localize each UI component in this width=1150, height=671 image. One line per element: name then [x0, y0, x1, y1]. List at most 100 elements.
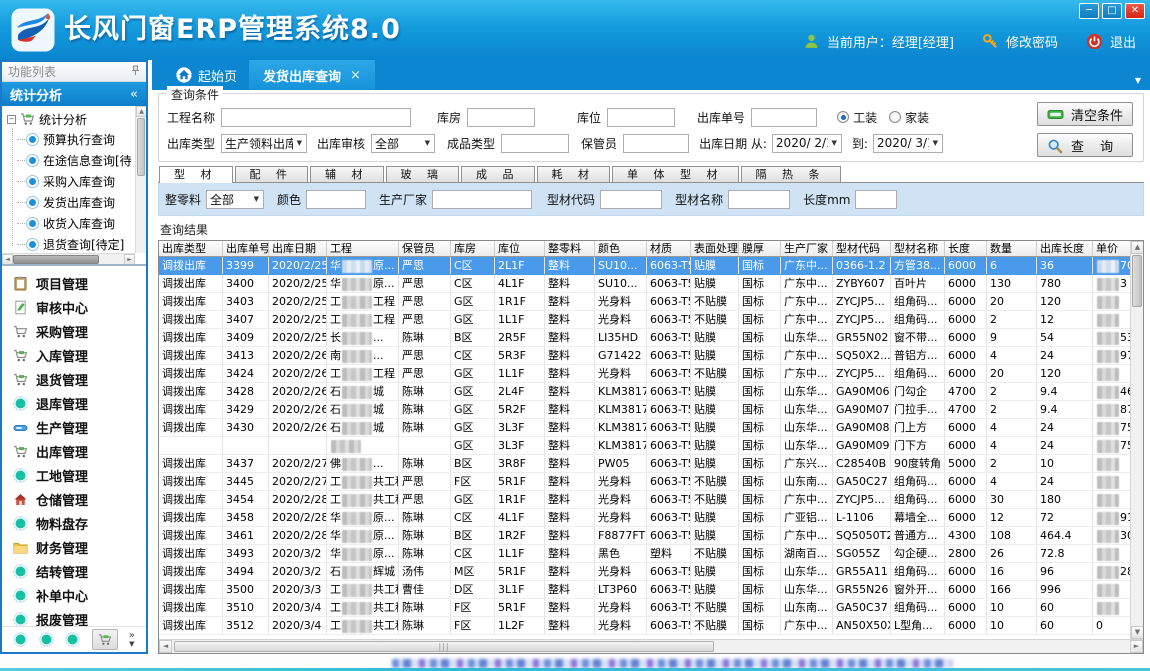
table-row[interactable]: G区3L3F整料KLM38176063-T5贴膜国标山东华...GA90M09.…: [159, 437, 1143, 455]
color-input[interactable]: [306, 190, 366, 209]
tree-item[interactable]: 发货出库查询: [7, 192, 146, 213]
scroll-left-arrow-icon[interactable]: ◄: [159, 640, 172, 653]
pin-icon[interactable]: [131, 65, 140, 79]
material-tab[interactable]: 单 体 型 材: [612, 166, 739, 182]
scroll-right-arrow-icon[interactable]: ►: [1130, 640, 1143, 653]
column-header[interactable]: 库房: [451, 241, 495, 256]
material-tab[interactable]: 耗 材: [537, 166, 611, 182]
table-row[interactable]: 调拨出库34932020/3/2华原...陈琳C区1L1F整料黑色塑料不贴膜国标…: [159, 545, 1143, 563]
sidebar-menu-item[interactable]: 补单中心: [2, 583, 146, 607]
sidebar-menu-item[interactable]: 仓储管理: [2, 487, 146, 511]
grid-horizontal-scrollbar[interactable]: ◄ ||| ►: [159, 639, 1143, 653]
project-name-input[interactable]: [221, 108, 411, 127]
logout-link[interactable]: 退出: [1110, 32, 1136, 51]
table-row[interactable]: 调拨出库34032020/2/25工工程严思G区1R1F整料光身料6063-T5…: [159, 293, 1143, 311]
material-tab[interactable]: 辅 材: [310, 166, 384, 182]
tree-vertical-scrollbar[interactable]: ▲: [135, 106, 146, 253]
material-tab[interactable]: 型 材: [159, 166, 233, 183]
profile-name-input[interactable]: [728, 190, 790, 209]
tree-expander-icon[interactable]: −: [7, 115, 16, 124]
sidebar-menu-item[interactable]: 物料盘存: [2, 511, 146, 535]
profile-code-input[interactable]: [600, 190, 662, 209]
table-row[interactable]: 调拨出库34072020/2/25工工程严思G区1L1F整料光身料6063-T5…: [159, 311, 1143, 329]
table-row[interactable]: 调拨出库34242020/2/26工工程严思G区1L1F整料光身料6063-T5…: [159, 365, 1143, 383]
tree-horizontal-scrollbar[interactable]: ◄ ►: [2, 253, 135, 264]
radio-jiazhuang[interactable]: [889, 111, 901, 123]
material-tab[interactable]: 玻 璃: [386, 166, 460, 182]
table-row[interactable]: 调拨出库34302020/2/26石城陈琳G区3L3F整料KLM38176063…: [159, 419, 1143, 437]
cart-button[interactable]: [92, 629, 118, 650]
column-header[interactable]: 出库长度: [1037, 241, 1093, 256]
tree-root-node[interactable]: − 统计分析: [7, 109, 146, 129]
table-row[interactable]: 调拨出库34582020/2/28华原...陈琳C区4L1F整料光身料6063-…: [159, 509, 1143, 527]
tab-close-icon[interactable]: ×: [350, 68, 361, 83]
length-input[interactable]: [855, 190, 897, 209]
sidebar-menu-item[interactable]: 审核中心: [2, 295, 146, 319]
column-header[interactable]: 保管员: [399, 241, 451, 256]
sidebar-menu-item[interactable]: 退货管理: [2, 367, 146, 391]
sidebar-section-header[interactable]: 统计分析 «: [2, 82, 146, 106]
maximize-button[interactable]: □: [1102, 3, 1122, 19]
clear-conditions-button[interactable]: 清空条件: [1037, 102, 1133, 126]
date-from-select[interactable]: 2020/ 2/16▼: [772, 134, 842, 153]
change-password-link[interactable]: 修改密码: [1006, 32, 1058, 51]
factory-input[interactable]: [432, 190, 532, 209]
table-row[interactable]: 调拨出库35002020/3/3工共工程曹佳D区3L1F整料LT3P606063…: [159, 581, 1143, 599]
sidebar-menu-item[interactable]: 出库管理: [2, 439, 146, 463]
table-row[interactable]: 调拨出库34452020/2/27工共工程严思F区5R1F整料光身料6063-T…: [159, 473, 1143, 491]
tab-active[interactable]: 发货出库查询 ×: [249, 60, 375, 90]
radio-gongzhuang[interactable]: [837, 111, 849, 123]
column-header[interactable]: 型材名称: [891, 241, 945, 256]
scroll-left-arrow-icon[interactable]: ◄: [2, 254, 13, 265]
sidebar-menu-item[interactable]: 报废管理: [2, 607, 146, 626]
table-row[interactable]: 调拨出库34612020/2/28华原...陈琳B区1R2F整料F8877FT6…: [159, 527, 1143, 545]
column-header[interactable]: 出库日期: [269, 241, 327, 256]
table-row[interactable]: 调拨出库34372020/2/27佛...陈琳B区3R8F整料PW056063-…: [159, 455, 1143, 473]
column-header[interactable]: 型材代码: [833, 241, 891, 256]
sidebar-menu-item[interactable]: 项目管理: [2, 271, 146, 295]
tree-scrollbar-thumb[interactable]: [137, 118, 145, 176]
column-header[interactable]: 生产厂家: [781, 241, 833, 256]
grid-vertical-scrollbar[interactable]: ▲ ▼: [1130, 241, 1143, 639]
column-header[interactable]: 出库单号: [223, 241, 269, 256]
scroll-up-arrow-icon[interactable]: ▲: [136, 106, 146, 117]
material-tab[interactable]: 隔 热 条: [741, 166, 841, 182]
material-tab[interactable]: 配 件: [235, 166, 309, 182]
scroll-down-arrow-icon[interactable]: ▼: [1131, 626, 1144, 639]
table-row[interactable]: 调拨出库33992020/2/25华原...严思C区2L1F整料SU10...6…: [159, 257, 1143, 275]
table-row[interactable]: 调拨出库34282020/2/26石城陈琳G区2L4F整料KLM38176063…: [159, 383, 1143, 401]
column-header[interactable]: 膜厚: [739, 241, 781, 256]
location-input[interactable]: [607, 108, 675, 127]
sidebar-menu-item[interactable]: 结转管理: [2, 559, 146, 583]
outbound-type-select[interactable]: 生产领料出库▼: [221, 134, 307, 153]
column-header[interactable]: 出库类型: [159, 241, 223, 256]
table-row[interactable]: 调拨出库34542020/2/28工共工程严思G区1R1F整料光身料6063-T…: [159, 491, 1143, 509]
grid-hscrollbar-thumb[interactable]: |||: [174, 641, 714, 652]
collapse-icon[interactable]: «: [130, 87, 138, 102]
grid-vscrollbar-thumb[interactable]: [1132, 255, 1142, 307]
sidebar-menu-item[interactable]: 工地管理: [2, 463, 146, 487]
material-tab[interactable]: 成 品: [461, 166, 535, 182]
date-to-select[interactable]: 2020/ 3/16▼: [873, 134, 943, 153]
dot-icon[interactable]: [13, 632, 28, 647]
sidebar-menu-item[interactable]: 采购管理: [2, 319, 146, 343]
order-no-input[interactable]: [751, 108, 817, 127]
table-row[interactable]: 调拨出库34942020/3/2石辉城汤伟M区5R1F整料光身料6063-T5贴…: [159, 563, 1143, 581]
column-header[interactable]: 工程: [327, 241, 399, 256]
whole-piece-select[interactable]: 全部▼: [206, 190, 264, 209]
minimize-button[interactable]: ─: [1079, 3, 1099, 19]
close-button[interactable]: ✕: [1125, 3, 1145, 19]
sidebar-menu-item[interactable]: 退库管理: [2, 391, 146, 415]
dot-icon[interactable]: [65, 632, 80, 647]
sidebar-menu-item[interactable]: 生产管理: [2, 415, 146, 439]
tree-item[interactable]: 在途信息查询[待: [7, 150, 146, 171]
table-row[interactable]: 调拨出库35122020/3/4工共工程陈琳F区1L2F整料光身料6063-T5…: [159, 617, 1143, 635]
column-header[interactable]: 材质: [647, 241, 691, 256]
table-row[interactable]: 调拨出库34132020/2/26南...严思C区5R3F整料G71422606…: [159, 347, 1143, 365]
more-items-button[interactable]: »▼: [129, 632, 135, 648]
column-header[interactable]: 数量: [987, 241, 1037, 256]
column-header[interactable]: 颜色: [595, 241, 647, 256]
product-type-input[interactable]: [501, 134, 569, 153]
scroll-up-arrow-icon[interactable]: ▲: [1131, 241, 1144, 254]
table-row[interactable]: 调拨出库34002020/2/25华原...严思C区4L1F整料SU10...6…: [159, 275, 1143, 293]
